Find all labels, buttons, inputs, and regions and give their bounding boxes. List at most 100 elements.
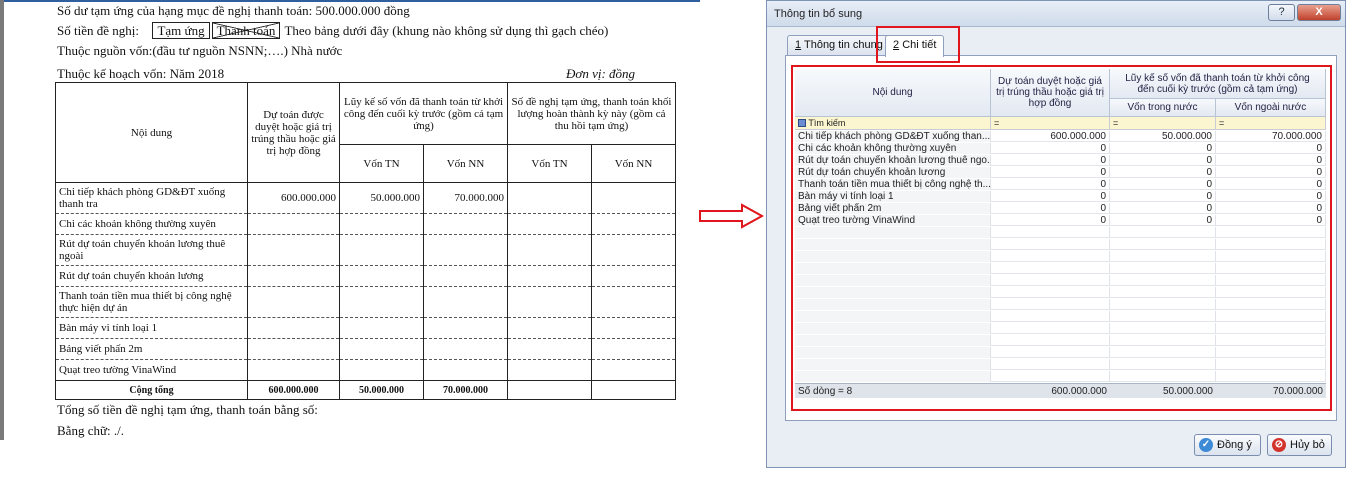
table-row: Thanh toán tiền mua thiết bị công nghệ t… [55, 286, 676, 318]
document-top-border [0, 0, 700, 2]
doc-row-estimate [247, 338, 340, 360]
doc-row-content: Thanh toán tiền mua thiết bị công nghệ t… [55, 286, 248, 318]
doc-row-req-tn [507, 359, 592, 381]
cancel-icon: ⊘ [1272, 438, 1286, 452]
document-table: Nội dung Dự toán được duyệt hoặc giá trị… [55, 82, 676, 400]
total-nn: 70.000.000 [423, 380, 508, 400]
doc-row-estimate [247, 213, 340, 235]
doc-row-req-nn [591, 234, 676, 266]
doc-row-nn: 70.000.000 [423, 182, 508, 214]
doc-row-req-tn [507, 234, 592, 266]
ok-button-label: Đồng ý [1217, 439, 1252, 451]
doc-row-content: Chi tiếp khách phòng GD&ĐT xuống thanh t… [55, 182, 248, 214]
doc-row-content: Rút dự toán chuyển khoản lương [55, 265, 248, 287]
doc-row-tn [339, 265, 424, 287]
doc-row-req-tn [507, 338, 592, 360]
total-amount-words-line: Bằng chữ: ./. [57, 423, 124, 438]
table-row: Bảng viết phấn 2m [55, 338, 676, 360]
total-req-tn [507, 380, 592, 400]
doc-row-req-nn [591, 338, 676, 360]
doc-row-content: Rút dự toán chuyển khoản lương thuê ngoà… [55, 234, 248, 266]
table-row: Bàn máy vi tính loại 1 [55, 317, 676, 339]
doc-row-req-tn [507, 317, 592, 339]
doc-row-req-tn [507, 213, 592, 235]
ok-button[interactable]: ✓ Đồng ý [1194, 434, 1261, 456]
doc-row-req-nn [591, 213, 676, 235]
doc-row-req-nn [591, 286, 676, 318]
doc-header-req-nn: Vốn NN [591, 144, 676, 183]
additional-info-dialog: Thông tin bổ sung ? X 1 Thông tin chung … [766, 0, 1346, 468]
doc-row-estimate [247, 265, 340, 287]
doc-row-tn [339, 317, 424, 339]
doc-row-estimate [247, 286, 340, 318]
total-amount-numbers-line: Tổng số tiền đề nghị tạm ứng, thanh toán… [57, 402, 318, 417]
doc-row-content: Bàn máy vi tính loại 1 [55, 317, 248, 339]
total-row: Cộng tổng 600.000.000 50.000.000 70.000.… [55, 380, 676, 400]
close-button[interactable]: X [1297, 4, 1341, 21]
advance-balance-line: Số dư tạm ứng của hạng mục đề nghị thanh… [57, 3, 410, 18]
doc-row-nn [423, 213, 508, 235]
doc-header-request: Số đề nghị tạm ứng, thanh toán khối lượn… [507, 82, 676, 145]
table-row: Chi tiếp khách phòng GD&ĐT xuống thanh t… [55, 182, 676, 214]
doc-row-nn [423, 265, 508, 287]
doc-header-content: Nội dung [55, 82, 248, 183]
doc-row-req-nn [591, 359, 676, 381]
doc-row-tn [339, 338, 424, 360]
total-req-nn [591, 380, 676, 400]
doc-row-nn [423, 286, 508, 318]
tab-highlight-box [876, 26, 960, 63]
doc-row-estimate [247, 359, 340, 381]
doc-row-estimate [247, 317, 340, 339]
doc-row-tn [339, 213, 424, 235]
doc-row-tn [339, 359, 424, 381]
cancel-button[interactable]: ⊘ Hủy bỏ [1267, 434, 1332, 456]
option-advance: Tạm ứng [152, 22, 210, 39]
doc-row-tn: 50.000.000 [339, 182, 424, 214]
doc-row-tn [339, 234, 424, 266]
doc-header-req-tn: Vốn TN [507, 144, 592, 183]
tab-general-info-label: Thông tin chung [803, 39, 883, 51]
right-arrow-icon [699, 203, 764, 229]
funding-plan-line: Thuộc kế hoạch vốn: Năm 2018 [57, 66, 225, 81]
doc-row-nn [423, 317, 508, 339]
doc-header-cumulative: Lũy kế số vốn đã thanh toán từ khởi công… [339, 82, 508, 145]
doc-row-estimate [247, 234, 340, 266]
tab-general-info-number: 1 [795, 39, 802, 51]
document-left-border [0, 0, 4, 440]
doc-header-cum-nn: Vốn NN [423, 144, 508, 183]
doc-row-tn [339, 286, 424, 318]
doc-header-estimate: Dự toán được duyệt hoặc giá trị trúng th… [247, 82, 340, 183]
dialog-title-bar[interactable]: Thông tin bổ sung ? X [767, 1, 1345, 27]
currency-unit-note: Đơn vị: đồng [566, 66, 636, 81]
doc-row-content: Chi các khoản không thường xuyên [55, 213, 248, 235]
request-amount-label: Số tiền đề nghị: [57, 23, 139, 38]
cancel-button-label: Hủy bỏ [1290, 439, 1325, 451]
payment-request-document: Số dư tạm ứng của hạng mục đề nghị thanh… [0, 0, 700, 494]
funding-source-line: Thuộc nguồn vốn:(đầu tư nguồn NSNN;….) N… [57, 43, 343, 58]
doc-row-req-tn [507, 265, 592, 287]
doc-row-nn [423, 338, 508, 360]
total-label: Cộng tổng [55, 380, 248, 400]
doc-header-cum-tn: Vốn TN [339, 144, 424, 183]
total-tn: 50.000.000 [339, 380, 424, 400]
doc-row-req-nn [591, 265, 676, 287]
doc-row-nn [423, 234, 508, 266]
table-row: Rút dự toán chuyển khoản lương thuê ngoà… [55, 234, 676, 266]
help-button[interactable]: ? [1268, 4, 1295, 21]
doc-row-estimate: 600.000.000 [247, 182, 340, 214]
doc-row-req-nn [591, 317, 676, 339]
doc-row-req-tn [507, 286, 592, 318]
dialog-title: Thông tin bổ sung [774, 8, 863, 20]
table-row: Quạt treo tường VinaWind [55, 359, 676, 381]
option-payment-crossed: Thanh toán [211, 22, 281, 39]
doc-row-content: Quạt treo tường VinaWind [55, 359, 248, 381]
request-amount-line: Số tiền đề nghị: Tạm ứng Thanh toán Theo … [57, 22, 608, 39]
doc-row-content: Bảng viết phấn 2m [55, 338, 248, 360]
grid-highlight-box [791, 65, 1332, 411]
check-icon: ✓ [1199, 438, 1213, 452]
request-amount-note: Theo bảng dưới đây (khung nào không sử d… [284, 23, 609, 38]
doc-row-req-nn [591, 182, 676, 214]
doc-row-req-tn [507, 182, 592, 214]
table-row: Rút dự toán chuyển khoản lương [55, 265, 676, 287]
total-estimate: 600.000.000 [247, 380, 340, 400]
